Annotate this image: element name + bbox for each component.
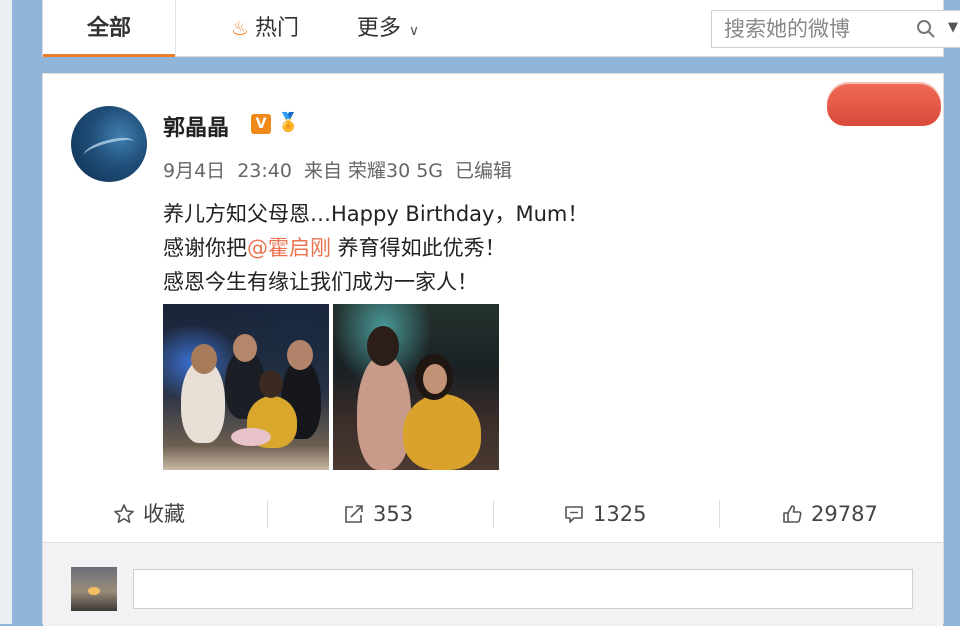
flame-icon: ♨ [231, 16, 249, 40]
post-edited[interactable]: 已编辑 [455, 160, 512, 182]
current-user-avatar [71, 567, 117, 611]
photo-figure [367, 326, 399, 366]
star-icon [114, 504, 134, 523]
comment-icon [565, 506, 583, 523]
repost-button[interactable]: 353 [343, 494, 413, 534]
chevron-down-icon: ∨ [408, 23, 420, 39]
photo-figure [287, 340, 313, 370]
photo-figure [357, 354, 411, 470]
post-photo-2[interactable] [333, 304, 499, 470]
search-dropdown-icon[interactable]: ▼ [948, 20, 958, 35]
photo-figure [259, 370, 283, 398]
favorite-button[interactable]: 收藏 [113, 494, 185, 534]
decorative-stamp-badge [827, 82, 941, 126]
post-action-bar: 收藏 353 1325 29787 [43, 494, 943, 534]
comment-input[interactable] [133, 569, 913, 609]
like-button[interactable]: 29787 [781, 494, 878, 534]
comment-count: 1325 [593, 502, 647, 526]
thumbs-up-icon [783, 505, 802, 523]
mention-link[interactable]: @霍启刚 [247, 236, 331, 260]
photo-figure [423, 364, 447, 394]
post-time[interactable]: 23:40 [237, 160, 292, 182]
photo-cake [231, 428, 271, 446]
action-divider [267, 500, 268, 528]
post-text-fragment: 养育得如此优秀！ [331, 236, 506, 260]
photo-figure [233, 334, 257, 362]
search-input[interactable] [712, 11, 924, 47]
post-meta: 9月4日 23:40 来自 荣耀30 5G 已编辑 [163, 156, 524, 183]
search-icon[interactable] [916, 19, 936, 39]
post-text-line-2: 感谢你把@霍启刚 养育得如此优秀！ [163, 232, 506, 262]
photo-figure [403, 394, 481, 470]
tab-all-label: 全部 [86, 16, 131, 41]
action-divider [493, 500, 494, 528]
tab-hot[interactable]: ♨ 热门 [205, 0, 325, 57]
post-text-line-1: 养儿方知父母恩…Happy Birthday，Mum！ [163, 202, 589, 226]
repost-count: 353 [373, 502, 414, 526]
repost-icon [345, 505, 363, 523]
verified-badge-icon: V [251, 114, 271, 134]
comment-button[interactable]: 1325 [563, 494, 646, 534]
tab-more[interactable]: 更多 ∨ [333, 0, 443, 57]
tab-hot-label: 热门 [254, 16, 299, 41]
feed-tab-bar: 全部 ♨热门 更多 ∨ ▼ [42, 0, 960, 57]
post-text-fragment: 感谢你把 [163, 236, 247, 260]
post-date[interactable]: 9月4日 [163, 160, 225, 182]
tab-divider [175, 0, 176, 57]
post-photo-1[interactable] [163, 304, 329, 470]
weibo-post-card: 郭晶晶 V 🏅 9月4日 23:40 来自 荣耀30 5G 已编辑 养儿方知父母恩…H… [42, 73, 944, 626]
medal-icon: 🏅 [277, 112, 300, 133]
tab-all[interactable]: 全部 [43, 0, 175, 57]
post-source: 来自 荣耀30 5G [303, 160, 444, 182]
search-box: ▼ [711, 10, 960, 48]
action-divider [719, 500, 720, 528]
post-username[interactable]: 郭晶晶 [163, 110, 229, 142]
favorite-label: 收藏 [143, 502, 185, 526]
page-edge [0, 0, 12, 624]
post-text-line-3: 感恩今生有缘让我们成为一家人！ [163, 270, 478, 294]
photo-figure [191, 344, 217, 374]
tab-more-label: 更多 [356, 16, 401, 41]
avatar[interactable] [71, 106, 147, 182]
comment-composer [43, 542, 943, 626]
like-count: 29787 [811, 502, 878, 526]
